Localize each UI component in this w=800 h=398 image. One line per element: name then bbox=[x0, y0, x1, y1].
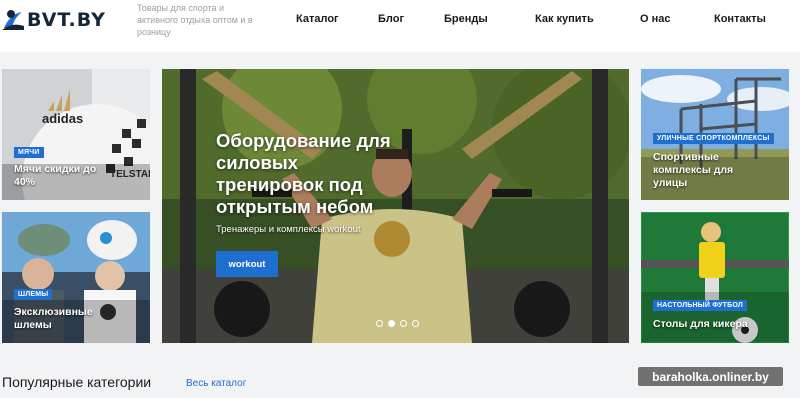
tile-badge: Настольный футбол bbox=[653, 300, 747, 311]
tile-title: Эксклюзивные шлемы bbox=[14, 306, 93, 331]
slider-dot-2[interactable] bbox=[388, 320, 395, 327]
promo-tile-kicker[interactable]: Настольный футбол Столы для кикера bbox=[641, 212, 789, 343]
tile-title: Спортивные комплексы для улицы bbox=[653, 151, 734, 189]
site-tagline: Товары для спорта и активного отдыха опт… bbox=[137, 3, 253, 37]
slider-dot-3[interactable] bbox=[400, 320, 407, 327]
hero-subtitle: Тренажеры и комплексы workout bbox=[216, 224, 361, 235]
watermark: baraholka.onliner.by bbox=[638, 367, 783, 386]
bvt-logo-icon bbox=[2, 10, 24, 30]
tile-title: Мячи скидки до 40% bbox=[14, 163, 97, 188]
tile-badge: Мячи bbox=[14, 147, 44, 158]
tile-title: Столы для кикера bbox=[653, 318, 748, 330]
site-header: BVT.BY Товары для спорта и активного отд… bbox=[0, 0, 800, 52]
slider-dot-4[interactable] bbox=[412, 320, 419, 327]
nav-about[interactable]: О нас bbox=[640, 13, 671, 25]
nav-how-to-buy[interactable]: Как купить bbox=[535, 13, 594, 25]
site-logo[interactable]: BVT.BY bbox=[2, 8, 106, 32]
nav-contacts[interactable]: Контакты bbox=[714, 13, 766, 25]
tile-badge: Уличные спорткомплексы bbox=[653, 133, 774, 144]
nav-catalog[interactable]: Каталог bbox=[296, 13, 339, 25]
tile-badge: Шлемы bbox=[14, 289, 53, 300]
adidas-brand-text: adidas bbox=[42, 111, 83, 126]
nav-brands[interactable]: Бренды bbox=[444, 13, 488, 25]
hero-title: Оборудование для силовых тренировок под … bbox=[216, 130, 391, 217]
promo-tile-balls[interactable]: adidas TELSTAR Мячи Мячи скидки до 40% bbox=[2, 69, 150, 200]
promo-tile-street[interactable]: Уличные спорткомплексы Спортивные компле… bbox=[641, 69, 789, 200]
popular-categories-title: Популярные категории bbox=[2, 374, 152, 390]
slider-dots bbox=[376, 320, 419, 327]
logo-text: BVT.BY bbox=[27, 9, 106, 31]
all-catalog-link[interactable]: Весь каталог bbox=[186, 378, 246, 389]
hero-workout-button[interactable]: workout bbox=[216, 251, 278, 277]
promo-tile-helmets[interactable]: Шлемы Эксклюзивные шлемы bbox=[2, 212, 150, 343]
slider-dot-1[interactable] bbox=[376, 320, 383, 327]
nav-blog[interactable]: Блог bbox=[378, 13, 404, 25]
